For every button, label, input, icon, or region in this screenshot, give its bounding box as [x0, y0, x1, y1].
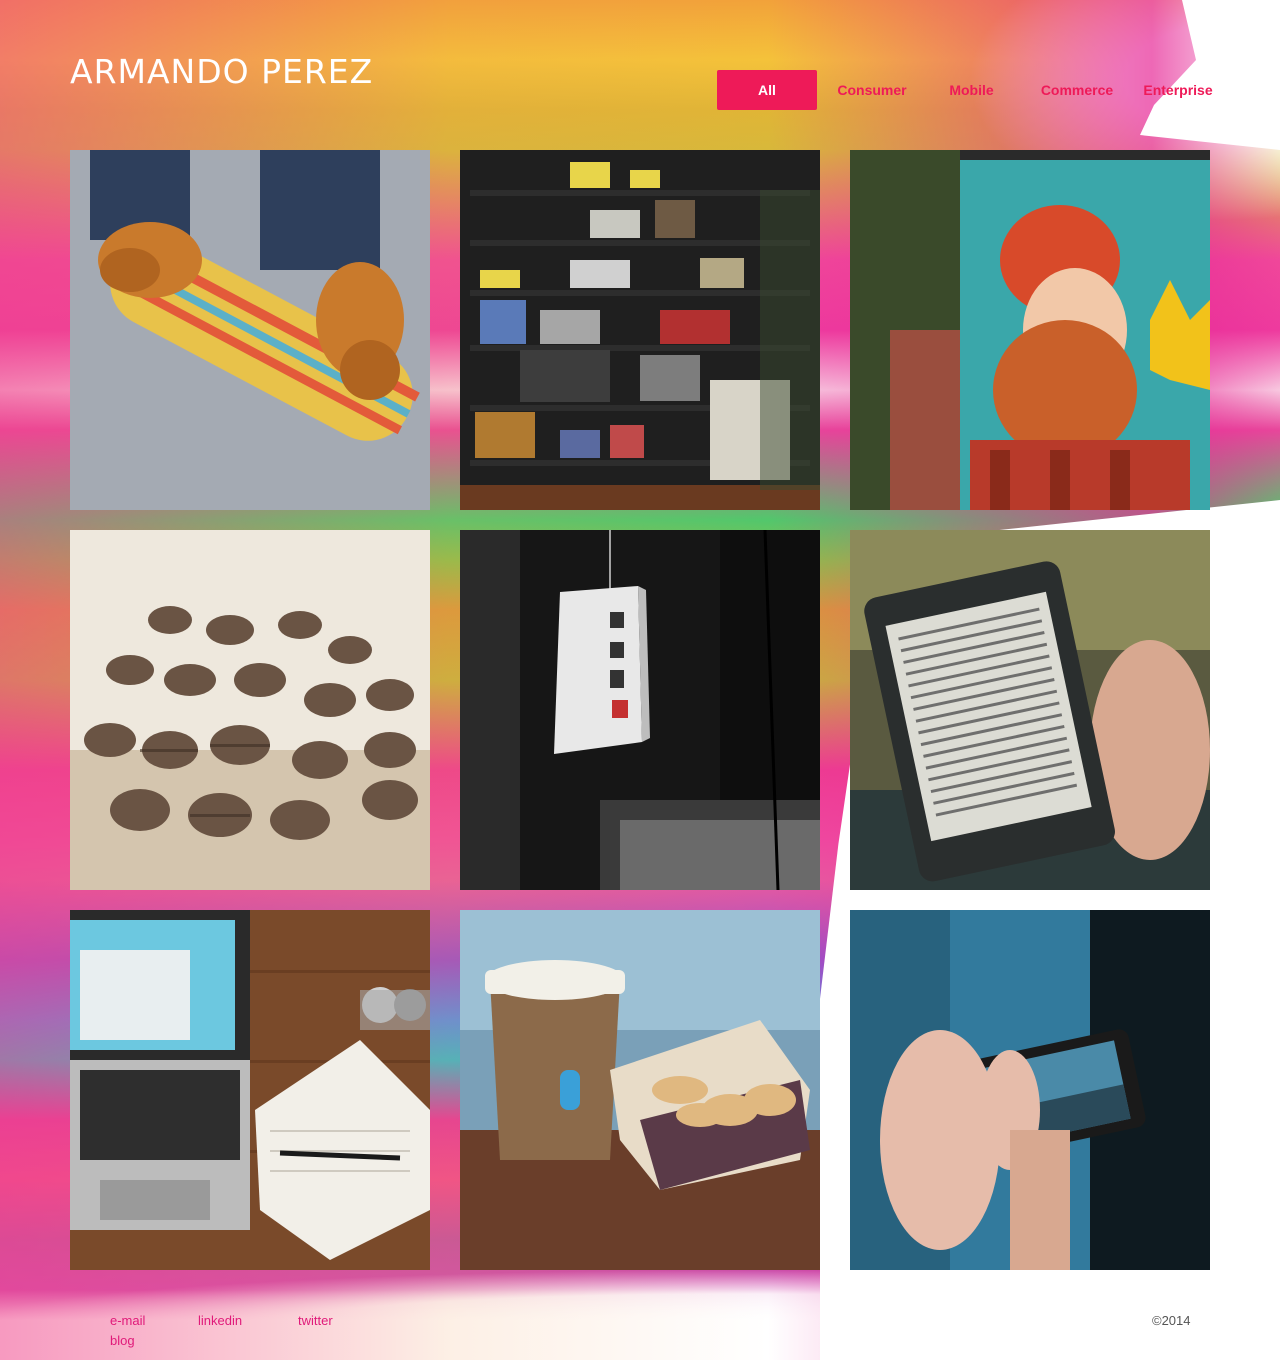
filter-all[interactable]: All [717, 70, 817, 110]
paper-lantern-image [460, 530, 820, 890]
kindle-reader-image [850, 530, 1210, 890]
filter-enterprise[interactable]: Enterprise [1140, 70, 1216, 110]
portfolio-item-laptop[interactable] [70, 910, 430, 1270]
portfolio-filter-nav: All Consumer Mobile Commerce Enterprise [717, 70, 1216, 110]
portfolio-item-kindle[interactable] [850, 530, 1210, 890]
copyright-text: ©2014 [1152, 1313, 1191, 1328]
portfolio-item-coffee-cup[interactable] [460, 910, 820, 1270]
portfolio-item-skateboard[interactable] [70, 150, 430, 510]
filter-mobile[interactable]: Mobile [947, 70, 996, 110]
filter-consumer[interactable]: Consumer [834, 70, 910, 110]
bearded-man-mural-image [850, 150, 1210, 510]
linkedin-link[interactable]: linkedin [198, 1311, 298, 1331]
laptop-notebook-desk-image [70, 910, 430, 1270]
bookshelf-image [460, 150, 820, 510]
email-link[interactable]: e-mail [110, 1311, 198, 1331]
site-title[interactable]: ARMANDO PEREZ [70, 52, 373, 91]
site-header: ARMANDO PEREZ All Consumer Mobile Commer… [0, 0, 1280, 140]
portfolio-grid [70, 150, 1210, 1270]
portfolio-item-lantern[interactable] [460, 530, 820, 890]
blog-link[interactable]: blog [110, 1331, 135, 1351]
footer-links: e-mail linkedin twitter blog [110, 1311, 370, 1351]
coffee-cup-macarons-image [460, 910, 820, 1270]
portfolio-item-coffee-beans[interactable] [70, 530, 430, 890]
site-footer: e-mail linkedin twitter blog ©2014 [0, 1300, 1280, 1360]
skateboard-shoes-image [70, 150, 430, 510]
phone-photo-image [850, 910, 1210, 1270]
portfolio-item-mural[interactable] [850, 150, 1210, 510]
coffee-beans-image [70, 530, 430, 890]
twitter-link[interactable]: twitter [298, 1311, 333, 1331]
filter-commerce[interactable]: Commerce [1038, 70, 1116, 110]
portfolio-item-phone[interactable] [850, 910, 1210, 1270]
portfolio-item-bookshelf[interactable] [460, 150, 820, 510]
